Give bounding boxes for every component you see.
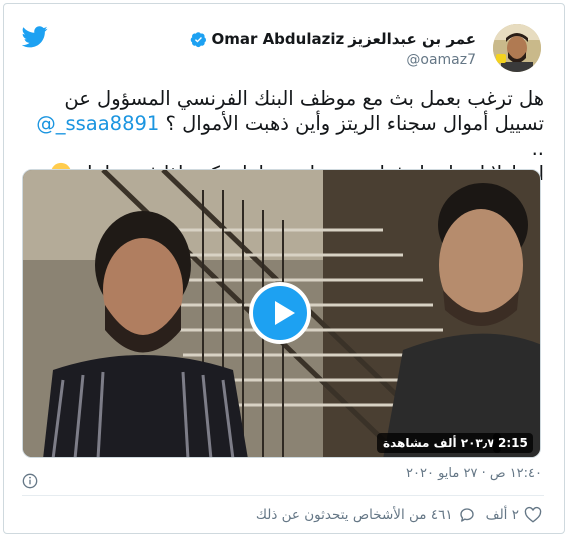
mention-link[interactable]: @_ssaa8891 [36,112,159,135]
display-name-english[interactable]: Omar Abdulaziz [211,30,344,48]
reply-count: ٤٦١ من الأشخاص يتحدثون عن ذلك [255,507,453,523]
verified-badge-icon [191,31,207,47]
divider [22,495,544,496]
video-player[interactable]: ٢٠٣٫٧ ألف مشاهدة 2:15 [22,169,541,458]
author-name-row[interactable]: عمر بن عبدالعزيز Omar Abdulaziz [190,30,476,48]
views-count-badge: ٢٠٣٫٧ ألف مشاهدة [377,433,501,453]
twitter-bird-icon[interactable] [22,26,48,48]
display-name-arabic[interactable]: عمر بن عبدالعزيز [348,30,476,48]
comment-icon [459,508,474,522]
avatar[interactable] [493,24,541,72]
action-bar: ٢ ألف ٤٦١ من الأشخاص يتحدثون عن ذلك [256,506,542,524]
author-handle[interactable]: @oamaz7 [406,52,476,68]
tweet-line-2-text: تسييل أموال سجناء الريتز وأين ذهبت الأمو… [165,112,544,135]
tweet-timestamp[interactable]: ١٢:٤٠ ص · ٢٧ مايو ٢٠٢٠ [406,466,542,481]
tweet-line-1: هل ترغب بعمل بث مع موظف البنك الفرنسي ال… [64,87,544,110]
video-duration-badge: 2:15 [493,433,533,453]
avatar-image [493,24,541,72]
reply-button[interactable]: ٤٦١ من الأشخاص يتحدثون عن ذلك [256,506,476,524]
play-icon[interactable] [249,282,311,344]
tweet-card: عمر بن عبدالعزيز Omar Abdulaziz @oamaz7 … [3,3,565,534]
like-button[interactable]: ٢ ألف [486,506,542,524]
info-icon[interactable] [22,473,38,489]
like-count: ٢ ألف [485,507,519,523]
heart-icon [524,506,542,523]
tweet-line-2: تسييل أموال سجناء الريتز وأين ذهبت الأمو… [22,111,544,161]
tweet-line-2-tail: .. [531,137,544,160]
